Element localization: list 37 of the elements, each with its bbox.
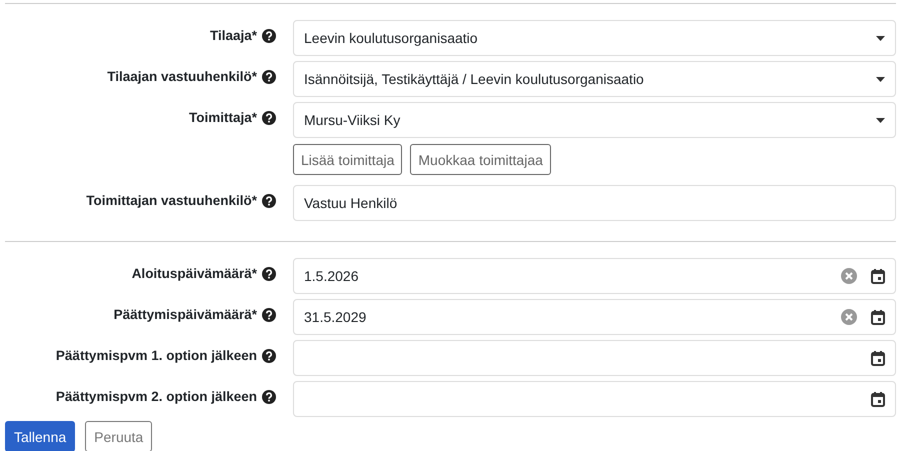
caret-icon[interactable] [876, 76, 885, 82]
calendar-icon[interactable] [871, 392, 885, 406]
help-icon[interactable] [262, 266, 276, 280]
calendar-icon[interactable] [871, 310, 885, 324]
date-field[interactable]: 1.5.2026 [293, 258, 896, 294]
help-icon[interactable] [262, 348, 276, 362]
help-icon[interactable] [262, 390, 276, 404]
clear-icon[interactable] [841, 309, 857, 325]
help-icon[interactable] [262, 308, 276, 322]
caret-icon[interactable] [876, 118, 885, 122]
date-field[interactable] [293, 381, 896, 417]
calendar-icon[interactable] [871, 350, 885, 366]
help-icon[interactable] [262, 28, 276, 42]
field-label: Päättymispvm 2. option jälkeen [56, 389, 257, 404]
cancel-button[interactable]: Peruuta [85, 421, 152, 451]
field-label: Tilaajan vastuuhenkilö* [107, 69, 257, 84]
supplier-button[interactable]: Lisää toimittaja [293, 144, 402, 175]
save-button[interactable]: Tallenna [5, 421, 76, 451]
field-label: Toimittaja* [188, 110, 257, 125]
date-field[interactable] [293, 340, 896, 376]
field-label: Päättymispäivämäärä* [114, 307, 257, 322]
field-label: Aloituspäivämäärä* [132, 266, 257, 281]
input-field[interactable]: Vastuu Henkilö [293, 185, 896, 221]
help-icon[interactable] [262, 70, 276, 84]
clear-icon[interactable] [841, 268, 857, 284]
help-icon[interactable] [262, 194, 276, 208]
field-label: Toimittajan vastuuhenkilö* [86, 193, 257, 208]
field-label: Päättymispvm 1. option jälkeen [56, 348, 257, 363]
supplier-button[interactable]: Muokkaa toimittajaa [410, 144, 551, 175]
caret-icon[interactable] [876, 36, 885, 40]
field-label: Tilaaja* [210, 28, 257, 43]
help-icon[interactable] [262, 110, 276, 124]
select-field[interactable]: Isännöitsijä, Testikäyttäjä / Leevin koulutusorganisaatio [293, 61, 896, 97]
calendar-icon[interactable] [871, 268, 885, 284]
date-field[interactable]: 31.5.2029 [293, 299, 896, 335]
select-field[interactable]: Mursu-Viiksi Ky [293, 102, 896, 138]
select-field[interactable]: Leevin koulutusorganisaatio [293, 20, 896, 56]
